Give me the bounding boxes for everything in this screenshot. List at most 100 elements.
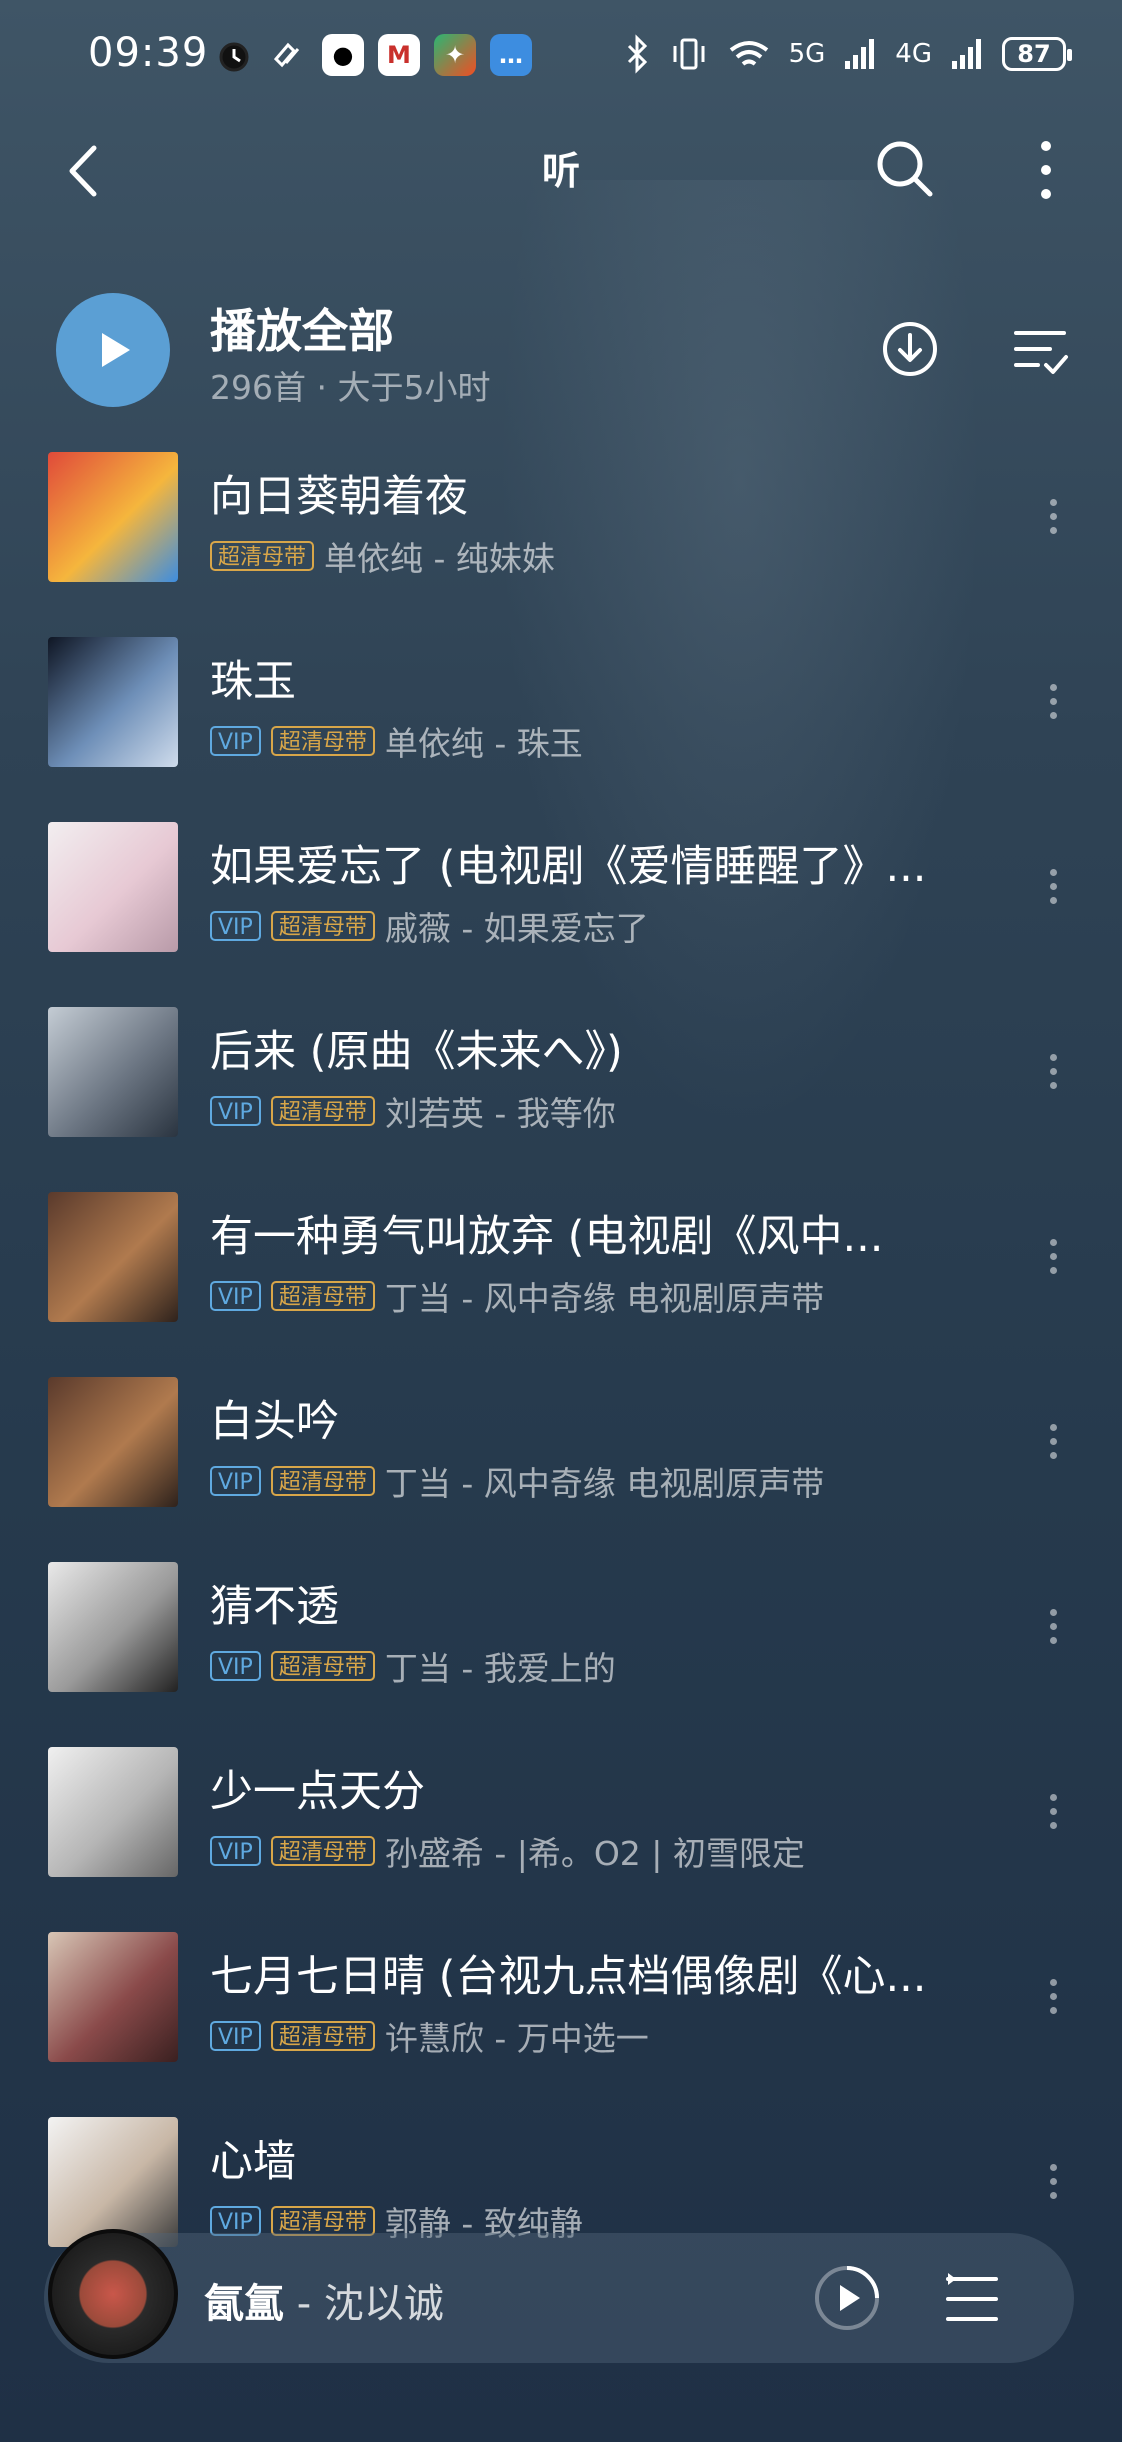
song-title: 白头吟 (210, 1397, 339, 1447)
alarm-icon (219, 42, 249, 72)
master-quality-badge: 超清母带 (270, 911, 375, 941)
master-quality-badge: 超清母带 (270, 1651, 375, 1681)
download-icon[interactable] (880, 319, 940, 379)
page-title: 听 (541, 149, 580, 193)
master-quality-badge: 超清母带 (270, 1096, 375, 1126)
artist-album: 单依纯 - 纯妹妹 (324, 539, 555, 578)
song-row[interactable]: 有一种勇气叫放弃 (电视剧《风中... VIP 超清母带 丁当 - 风中奇缘 电视剧原… (0, 1180, 1122, 1365)
song-title: 有一种勇气叫放弃 (电视剧《风中... (210, 1212, 884, 1262)
artist-album: 单依纯 - 珠玉 (384, 724, 583, 763)
artist-album: 戚薇 - 如果爱忘了 (384, 909, 649, 948)
vip-badge: VIP (210, 1466, 261, 1496)
battery-level: 87 (1017, 40, 1051, 68)
battery-indicator: 87 (1002, 37, 1072, 71)
vip-badge: VIP (210, 1096, 261, 1126)
song-title: 珠玉 (210, 657, 296, 707)
vip-badge: VIP (210, 2021, 261, 2051)
status-bar: 09:39 ● M ✦ … 5G 4G 87 (0, 0, 1122, 112)
song-meta: VIP 超清母带 丁当 - 风中奇缘 电视剧原声带 (210, 1457, 824, 1505)
song-more-icon[interactable] (1040, 1972, 1066, 2032)
master-quality-badge: 超清母带 (270, 2021, 375, 2051)
song-title: 向日葵朝着夜 (210, 472, 468, 522)
now-playing-disc[interactable] (48, 2229, 178, 2359)
multi-select-icon[interactable] (1010, 319, 1070, 379)
bank-app-icon: M (378, 34, 420, 76)
now-playing-title: 氤氲 (204, 2281, 284, 2327)
song-more-icon[interactable] (1040, 1417, 1066, 1477)
network-4g-label: 4G (895, 39, 932, 69)
top-navigation: 听 (0, 120, 1122, 220)
song-more-icon[interactable] (1040, 1602, 1066, 1662)
play-all-row: 播放全部 296首 · 大于5小时 (0, 285, 1122, 415)
vip-badge: VIP (210, 911, 261, 941)
status-right: 5G 4G 87 (623, 34, 1072, 74)
song-meta: VIP 超清母带 丁当 - 我爱上的 (210, 1642, 616, 1690)
song-meta: VIP 超清母带 孙盛希 - |希。O2 | 初雪限定 (210, 1827, 805, 1875)
song-more-icon[interactable] (1040, 2157, 1066, 2217)
play-all-button[interactable] (56, 293, 170, 407)
song-more-icon[interactable] (1040, 677, 1066, 737)
song-meta: 超清母带 单依纯 - 纯妹妹 (210, 532, 555, 580)
master-quality-badge: 超清母带 (270, 1466, 375, 1496)
album-cover (48, 1192, 178, 1322)
song-more-icon[interactable] (1040, 862, 1066, 922)
song-more-icon[interactable] (1040, 1787, 1066, 1847)
master-quality-badge: 超清母带 (270, 2206, 375, 2236)
notification-icons: ● M ✦ … (214, 34, 532, 76)
search-icon[interactable] (870, 134, 940, 204)
shop-app-icon: ✦ (434, 34, 476, 76)
song-more-icon[interactable] (1040, 492, 1066, 552)
album-cover (48, 1562, 178, 1692)
song-meta: VIP 超清母带 丁当 - 风中奇缘 电视剧原声带 (210, 1272, 824, 1320)
album-cover (48, 1747, 178, 1877)
signal-4g-icon (952, 39, 981, 69)
master-quality-badge: 超清母带 (210, 541, 315, 571)
artist-album: 孙盛希 - |希。O2 | 初雪限定 (384, 1834, 805, 1873)
wifi-icon (729, 41, 768, 66)
artist-album: 丁当 - 风中奇缘 电视剧原声带 (384, 1279, 825, 1318)
song-title: 如果爱忘了 (电视剧《爱情睡醒了》... (210, 842, 927, 892)
album-cover (48, 1377, 178, 1507)
playlist-icon[interactable] (942, 2269, 1002, 2329)
vip-badge: VIP (210, 2206, 261, 2236)
vip-badge: VIP (210, 1281, 261, 1311)
song-row[interactable]: 珠玉 VIP 超清母带 单依纯 - 珠玉 (0, 625, 1122, 810)
song-list: 向日葵朝着夜 超清母带 单依纯 - 纯妹妹 珠玉 VIP 超清母带 单依纯 - 珠玉 如果爱忘… (0, 440, 1122, 2290)
status-time: 09:39 (88, 30, 209, 76)
more-options-icon[interactable] (1026, 132, 1066, 208)
vibrate-icon (673, 38, 705, 70)
song-title: 猜不透 (210, 1582, 339, 1632)
song-row[interactable]: 如果爱忘了 (电视剧《爱情睡醒了》... VIP 超清母带 戚薇 - 如果爱忘了 (0, 810, 1122, 995)
song-meta: VIP 超清母带 单依纯 - 珠玉 (210, 717, 583, 765)
song-row[interactable]: 向日葵朝着夜超清母带 单依纯 - 纯妹妹 (0, 440, 1122, 625)
song-row[interactable]: 少一点天分 VIP 超清母带 孙盛希 - |希。O2 | 初雪限定 (0, 1735, 1122, 1920)
song-row[interactable]: 后来 (原曲《未来へ》) VIP 超清母带 刘若英 - 我等你 (0, 995, 1122, 1180)
song-row[interactable]: 猜不透 VIP 超清母带 丁当 - 我爱上的 (0, 1550, 1122, 1735)
link-icon (273, 42, 300, 68)
album-cover (48, 822, 178, 952)
vip-badge: VIP (210, 726, 261, 756)
play-icon (102, 333, 130, 367)
artist-album: 许慧欣 - 万中选一 (384, 2019, 649, 2058)
song-more-icon[interactable] (1040, 1232, 1066, 1292)
album-cover (48, 1007, 178, 1137)
now-playing-info[interactable]: 氤氲 - 沈以诚 (204, 2271, 444, 2329)
song-row[interactable]: 白头吟 VIP 超清母带 丁当 - 风中奇缘 电视剧原声带 (0, 1365, 1122, 1550)
album-cover (48, 2117, 178, 2247)
master-quality-badge: 超清母带 (270, 726, 375, 756)
song-meta: VIP 超清母带 刘若英 - 我等你 (210, 1087, 616, 1135)
mini-player[interactable]: 氤氲 - 沈以诚 (44, 2229, 1074, 2363)
bluetooth-icon (627, 34, 647, 74)
song-title: 心墙 (210, 2137, 296, 2187)
song-more-icon[interactable] (1040, 1047, 1066, 1107)
network-5g-label: 5G (788, 39, 826, 69)
song-row[interactable]: 七月七日晴 (台视九点档偶像剧《心... VIP 超清母带 许慧欣 - 万中选一 (0, 1920, 1122, 2105)
vip-badge: VIP (210, 1651, 261, 1681)
song-title: 少一点天分 (210, 1767, 425, 1817)
now-playing-artist: - 沈以诚 (284, 2281, 444, 2327)
play-all-label[interactable]: 播放全部 (210, 295, 394, 361)
song-title: 后来 (原曲《未来へ》) (210, 1027, 623, 1077)
play-pause-icon[interactable] (812, 2263, 882, 2333)
album-cover (48, 452, 178, 582)
message-app-icon: … (490, 34, 532, 76)
